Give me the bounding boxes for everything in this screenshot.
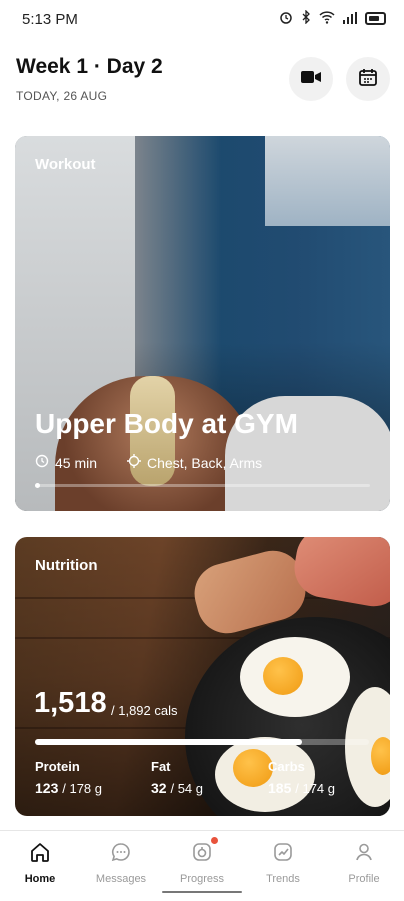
card-image-yolk — [371, 737, 390, 775]
nav-item-home[interactable]: Home — [0, 839, 80, 885]
macro-total: / 178 g — [62, 781, 103, 796]
workout-title: Upper Body at GYM — [35, 408, 298, 439]
calorie-progress-fill — [35, 739, 303, 745]
status-icons — [279, 9, 386, 27]
nav-item-profile[interactable]: Profile — [324, 839, 404, 885]
macro-label: Carbs — [268, 759, 305, 774]
profile-icon — [351, 839, 377, 865]
macro-total: / 54 g — [170, 781, 203, 796]
carousel-track — [35, 484, 370, 487]
progress-icon — [189, 837, 218, 865]
card-image-yolk — [263, 657, 303, 695]
target-icon — [127, 454, 142, 471]
status-bar: 5:13 PM — [0, 0, 404, 40]
calendar-icon — [358, 67, 378, 92]
card-image-window — [265, 136, 390, 226]
bluetooth-icon — [301, 9, 311, 27]
nutrition-label: Nutrition — [35, 557, 98, 574]
macro-value: 123 — [35, 780, 59, 796]
macro-label: Protein — [35, 759, 80, 774]
nav-item-progress[interactable]: Progress — [162, 837, 242, 885]
bottom-nav: Home Messages Progress Trends Profile — [0, 830, 404, 901]
home-icon — [27, 839, 53, 865]
nav-label: Profile — [348, 873, 380, 885]
macro-value: 32 — [151, 780, 167, 796]
macro-total: / 174 g — [295, 781, 336, 796]
calories-consumed: 1,518 — [34, 687, 107, 719]
card-image-yolk — [233, 749, 273, 787]
wifi-icon — [319, 10, 335, 27]
macro-label: Fat — [151, 759, 171, 774]
nav-item-trends[interactable]: Trends — [243, 839, 323, 885]
calendar-button[interactable] — [346, 57, 390, 101]
nav-label: Home — [24, 873, 56, 885]
workout-duration: 45 min — [55, 454, 98, 471]
card-image-toast — [289, 537, 390, 612]
page-title: Week 1 · Day 2 — [16, 55, 163, 78]
page-date: TODAY, 26 AUG — [16, 89, 108, 103]
macro-fat: Fat 32 / 54 g — [151, 759, 203, 796]
trends-icon — [270, 839, 296, 865]
video-camera-icon — [300, 69, 322, 90]
carousel-indicator — [35, 483, 40, 488]
nav-item-messages[interactable]: Messages — [81, 839, 161, 885]
clock-icon — [35, 454, 49, 471]
calories-total: / 1,892 cals — [111, 703, 178, 718]
notification-badge — [211, 837, 218, 844]
workout-meta: 45 min Chest, Back, Arms — [35, 454, 262, 471]
status-time: 5:13 PM — [22, 11, 78, 28]
workout-card[interactable]: Workout Upper Body at GYM 45 min Chest, … — [15, 136, 390, 511]
macro-protein: Protein 123 / 178 g — [35, 759, 102, 796]
chat-icon — [108, 839, 134, 865]
calorie-progress-bar — [35, 739, 369, 745]
nav-label: Progress — [179, 873, 225, 885]
alarm-icon — [279, 10, 293, 27]
workout-label: Workout — [35, 156, 96, 173]
nav-label: Messages — [95, 873, 147, 885]
battery-icon — [365, 12, 386, 25]
nav-label: Trends — [266, 873, 300, 885]
nav-home-indicator — [162, 891, 242, 893]
macro-carbs: Carbs 185 / 174 g — [268, 759, 335, 796]
video-button[interactable] — [289, 57, 333, 101]
nutrition-card[interactable]: Nutrition 1,518 / 1,892 cals Protein 123… — [15, 537, 390, 816]
workout-muscles: Chest, Back, Arms — [147, 454, 263, 471]
macro-value: 185 — [268, 780, 292, 796]
signal-icon — [343, 11, 357, 27]
